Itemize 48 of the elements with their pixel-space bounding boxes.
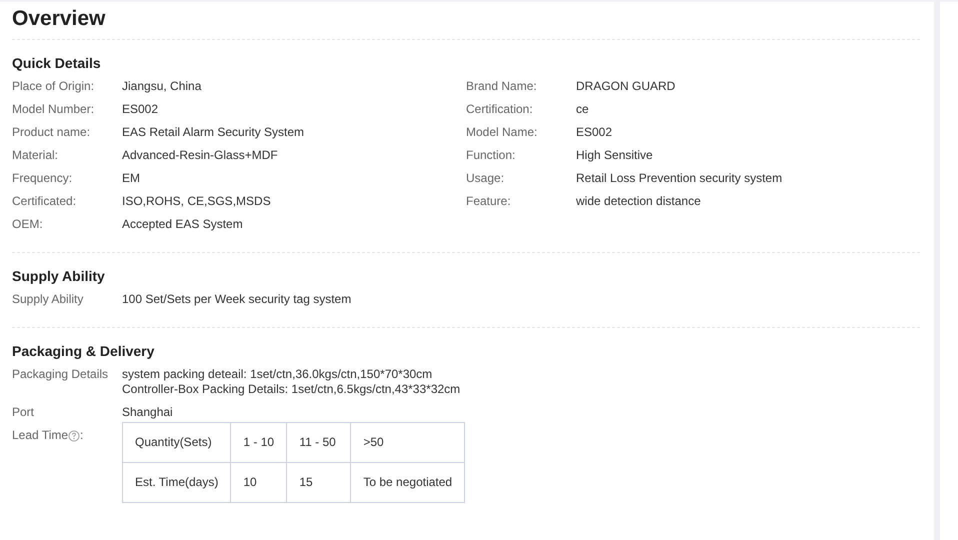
field-label: Certification: bbox=[466, 102, 534, 117]
field-label: Product name: bbox=[12, 125, 92, 140]
table-cell: Quantity(Sets) bbox=[122, 422, 231, 462]
table-cell: To be negotiated bbox=[350, 462, 465, 502]
field-label: Usage: bbox=[466, 171, 506, 186]
table-cell: 1 - 10 bbox=[230, 422, 287, 462]
section-heading: Supply Ability bbox=[12, 268, 106, 284]
field-value: system packing deteail: 1set/ctn,36.0kgs/ctn,150*70*30cm bbox=[122, 367, 434, 382]
field-label: Material: bbox=[12, 148, 60, 163]
field-value: Retail Loss Prevention security system bbox=[576, 171, 782, 186]
field-label: Port bbox=[12, 405, 36, 420]
field-label: Supply Ability bbox=[12, 292, 84, 307]
table-cell: 15 bbox=[286, 462, 351, 502]
section-heading: Packaging & Delivery bbox=[12, 343, 156, 359]
page-title: Overview bbox=[12, 2, 920, 40]
field-value: ISO,ROHS, CE,SGS,MSDS bbox=[122, 194, 271, 209]
table-cell: 11 - 50 bbox=[286, 422, 351, 462]
field-value: wide detection distance bbox=[576, 194, 701, 209]
field-label: Brand Name: bbox=[466, 79, 538, 94]
field-value: ES002 bbox=[122, 102, 158, 117]
field-value: High Sensitive bbox=[576, 148, 653, 163]
field-value: 100 Set/Sets per Week security tag system bbox=[122, 292, 352, 307]
field-label-colon: : bbox=[80, 428, 84, 443]
field-value: Advanced-Resin-Glass+MDF bbox=[122, 148, 278, 163]
help-icon[interactable] bbox=[68, 430, 80, 442]
field-label: Frequency: bbox=[12, 171, 74, 186]
table-cell: >50 bbox=[350, 422, 465, 462]
field-value: ES002 bbox=[576, 125, 612, 140]
field-value: Shanghai bbox=[122, 405, 173, 420]
field-label: Certificated: bbox=[12, 194, 78, 209]
field-value: Accepted EAS System bbox=[122, 217, 243, 232]
field-value: EM bbox=[122, 171, 140, 186]
field-label: Model Number: bbox=[12, 102, 96, 117]
field-value: Jiangsu, China bbox=[122, 79, 202, 94]
field-value: ce bbox=[576, 102, 589, 117]
field-label: Model Name: bbox=[466, 125, 538, 140]
field-value: DRAGON GUARD bbox=[576, 79, 676, 94]
field-value: Controller-Box Packing Details: 1set/ctn,6.5kgs/ctn,43*33*32cm bbox=[122, 382, 460, 397]
field-label: Place of Origin: bbox=[12, 79, 96, 94]
field-value: EAS Retail Alarm Security System bbox=[122, 125, 304, 140]
field-label: Packaging Details bbox=[12, 367, 110, 383]
table-cell: Est. Time(days) bbox=[122, 462, 231, 502]
field-label: Function: bbox=[466, 148, 516, 163]
section-heading: Quick Details bbox=[12, 55, 102, 71]
table-cell: 10 bbox=[230, 462, 287, 502]
field-label: Feature: bbox=[466, 194, 512, 209]
field-label: OEM: bbox=[12, 217, 44, 232]
field-label: Lead Time bbox=[12, 428, 68, 443]
